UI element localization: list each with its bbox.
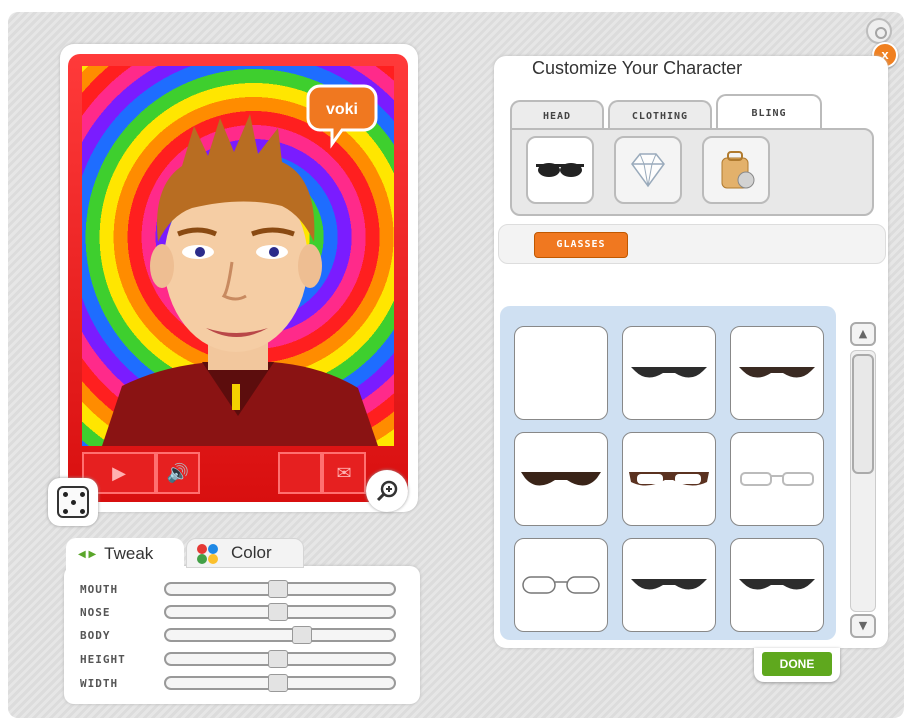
category-jewelry[interactable] (614, 136, 682, 204)
item-glasses[interactable] (514, 432, 608, 526)
item-glasses[interactable] (622, 538, 716, 632)
scroll-up-button[interactable]: ▲ (850, 322, 876, 346)
slider-thumb[interactable] (292, 626, 312, 644)
height-slider[interactable] (164, 650, 396, 668)
tab-head[interactable]: HEAD (510, 100, 604, 130)
glasses-icon (739, 367, 815, 378)
palette-icon (197, 544, 218, 564)
category-accessories[interactable] (702, 136, 770, 204)
tab-clothing[interactable]: CLOTHING (608, 100, 712, 130)
slider-label: NOSE (80, 605, 111, 619)
slider-row-nose: NOSE (80, 601, 396, 623)
volume-icon: 🔊 (166, 462, 190, 484)
player-controls: ▶ 🔊 ✉ (82, 452, 394, 496)
record-button[interactable] (278, 452, 322, 494)
down-arrow-icon: ▼ (858, 619, 868, 632)
avatar-illustration: voki (102, 84, 378, 446)
voki-logo[interactable]: voki (306, 84, 378, 149)
up-arrow-icon: ▲ (858, 327, 868, 340)
glasses-icon (740, 472, 814, 486)
character-scene: voki (82, 66, 394, 446)
glasses-icon (739, 579, 815, 590)
speech-icon: ✉ (336, 462, 352, 484)
item-glasses[interactable] (622, 432, 716, 526)
slider-row-width: WIDTH (80, 672, 396, 694)
category-glasses[interactable] (526, 136, 594, 204)
volume-button[interactable]: 🔊 (156, 452, 200, 494)
slider-thumb[interactable] (268, 674, 288, 692)
slider-thumb[interactable] (268, 650, 288, 668)
zoom-icon (376, 480, 398, 502)
scroll-down-button[interactable]: ▼ (850, 614, 876, 638)
tab-tweak-label: Tweak (104, 544, 154, 563)
player-frame: voki ▶ 🔊 ✉ (68, 54, 408, 502)
slider-row-height: HEIGHT (80, 648, 396, 670)
tab-tweak[interactable]: ◀ ▶ Tweak (66, 538, 184, 570)
diamond-icon (631, 153, 665, 188)
slider-label: MOUTH (80, 582, 119, 596)
width-slider[interactable] (164, 674, 396, 692)
item-glasses[interactable] (730, 538, 824, 632)
glasses-icon (631, 579, 707, 590)
glasses-subcategory-button[interactable]: GLASSES (534, 232, 628, 258)
item-none[interactable] (514, 326, 608, 420)
randomize-dice-button[interactable] (48, 478, 98, 526)
tab-color[interactable]: Color (186, 538, 304, 568)
slider-label: HEIGHT (80, 652, 126, 666)
nose-slider[interactable] (164, 603, 396, 621)
tab-color-label: Color (231, 543, 272, 562)
glasses-icon (631, 367, 707, 378)
speech-button[interactable]: ✉ (322, 452, 366, 494)
item-grid (500, 306, 836, 640)
item-glasses[interactable] (514, 538, 608, 632)
backpack-icon (721, 151, 755, 189)
slider-thumb[interactable] (268, 603, 288, 621)
glasses-icon (522, 576, 600, 594)
slider-row-body: BODY (80, 624, 396, 646)
slider-label: WIDTH (80, 676, 119, 690)
zoom-button[interactable] (366, 470, 408, 512)
voki-logo-text: voki (326, 101, 358, 118)
item-glasses[interactable] (730, 326, 824, 420)
done-button[interactable]: DONE (762, 652, 832, 676)
arrows-icon: ◀ ▶ (78, 548, 97, 560)
glasses-icon (521, 472, 601, 486)
glasses-icon (629, 472, 709, 486)
item-glasses[interactable] (622, 326, 716, 420)
slider-row-mouth: MOUTH (80, 578, 396, 600)
scrollbar-thumb[interactable] (852, 354, 874, 474)
item-glasses[interactable] (730, 432, 824, 526)
sunglasses-icon (536, 163, 584, 177)
slider-label: BODY (80, 628, 111, 642)
panel-title: Customize Your Character (532, 58, 743, 78)
slider-thumb[interactable] (268, 580, 288, 598)
character-player: voki ▶ 🔊 ✉ (60, 44, 418, 512)
tab-bling[interactable]: BLING (716, 94, 822, 130)
dice-icon (57, 486, 89, 518)
body-slider[interactable] (164, 626, 396, 644)
settings-gear-icon[interactable] (866, 18, 892, 44)
mouth-slider[interactable] (164, 580, 396, 598)
play-icon: ▶ (112, 462, 126, 484)
